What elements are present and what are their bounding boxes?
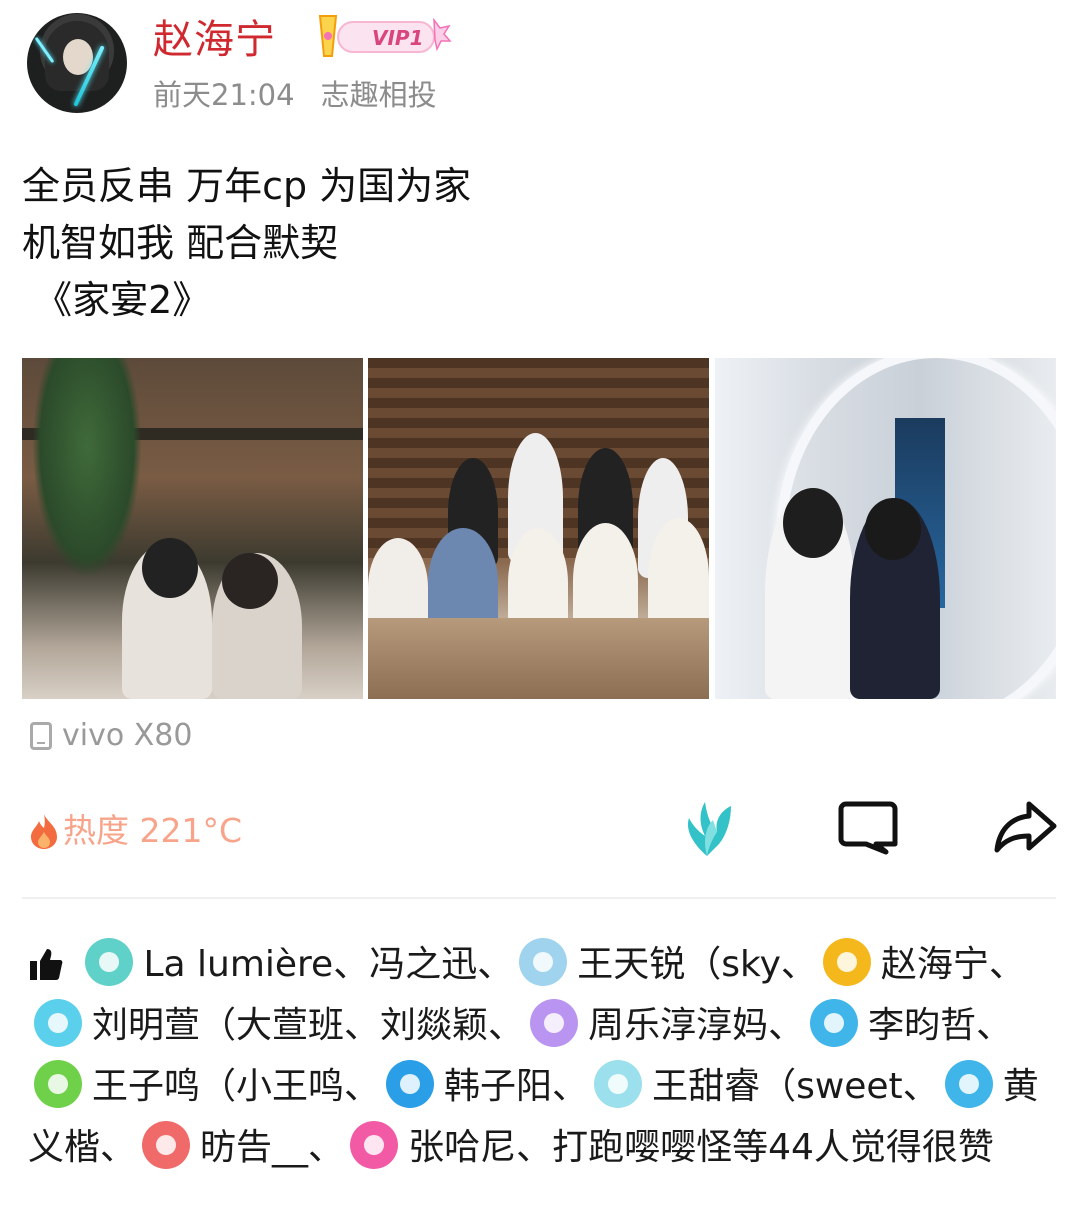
post-text: 全员反串 万年cp 为国为家 机智如我 配合默契 《家宴2》 bbox=[22, 158, 471, 329]
post-time: 前天21:04 bbox=[153, 78, 295, 112]
phone-icon bbox=[30, 722, 52, 750]
like-separator: 、 bbox=[488, 1005, 525, 1046]
likes-suffix: 等44人觉得很赞 bbox=[732, 1127, 994, 1168]
wing-icon[interactable] bbox=[683, 798, 739, 858]
like-separator: 、 bbox=[477, 944, 514, 985]
thumbs-up-icon bbox=[30, 949, 63, 980]
post-line: 全员反串 万年cp 为国为家 bbox=[22, 164, 472, 208]
like-user-name[interactable]: 王甜睿（sweet bbox=[652, 1066, 903, 1107]
like-user-name[interactable]: 刘明萱（大萱班 bbox=[92, 1005, 344, 1046]
user-badge-icon bbox=[519, 938, 568, 986]
post-line: 机智如我 配合默契 bbox=[22, 221, 339, 265]
like-user-name[interactable]: 打跑嘤嘤怪 bbox=[552, 1127, 732, 1168]
like-user-name[interactable]: 冯之迅 bbox=[369, 944, 477, 985]
like-user-name[interactable]: 赵海宁 bbox=[881, 944, 989, 985]
post-source[interactable]: 志趣相投 bbox=[321, 78, 437, 112]
like-separator: 、 bbox=[768, 1005, 805, 1046]
user-badge-icon bbox=[810, 999, 859, 1047]
like-user-name[interactable]: 李昀哲 bbox=[868, 1005, 976, 1046]
likes-list: La lumière、冯之迅、 王天锐（sky、 赵海宁、刘明萱（大萱班、刘燚颖、周… bbox=[28, 934, 1058, 1178]
user-badge-icon bbox=[594, 1060, 643, 1108]
divider bbox=[22, 897, 1056, 899]
user-badge-icon bbox=[34, 1060, 82, 1108]
vip-badge[interactable]: VIP1 bbox=[316, 12, 454, 62]
like-separator: 、 bbox=[976, 1005, 1013, 1046]
flame-icon bbox=[31, 814, 57, 849]
like-user-name[interactable]: 韩子阳 bbox=[444, 1066, 552, 1107]
like-user-name[interactable]: La lumière bbox=[143, 944, 333, 985]
like-user-name[interactable]: 昉告__ bbox=[200, 1127, 308, 1168]
user-badge-icon bbox=[530, 999, 579, 1047]
device-info: vivo X80 bbox=[30, 717, 192, 755]
like-separator: 、 bbox=[780, 944, 817, 985]
post-line: 《家宴2》 bbox=[22, 278, 211, 322]
user-badge-icon bbox=[34, 999, 82, 1047]
user-badge-icon bbox=[386, 1060, 435, 1108]
user-badge-icon bbox=[350, 1121, 399, 1169]
like-user-name[interactable]: 王子鸣（小王鸣 bbox=[92, 1066, 344, 1107]
like-separator: 、 bbox=[902, 1066, 939, 1107]
user-badge-icon bbox=[822, 938, 871, 986]
like-separator: 、 bbox=[344, 1066, 381, 1107]
like-user-name[interactable]: 周乐淳淳妈 bbox=[588, 1005, 768, 1046]
like-user-name[interactable]: 刘燚颖 bbox=[380, 1005, 488, 1046]
like-separator: 、 bbox=[516, 1127, 553, 1168]
like-separator: 、 bbox=[988, 944, 1025, 985]
like-separator: 、 bbox=[333, 944, 370, 985]
comment-icon[interactable] bbox=[836, 798, 900, 856]
svg-text:VIP1: VIP1 bbox=[372, 26, 424, 50]
share-icon[interactable] bbox=[993, 798, 1059, 854]
like-separator: 、 bbox=[308, 1127, 345, 1168]
user-badge-icon bbox=[85, 938, 134, 986]
like-user-name[interactable]: 张哈尼 bbox=[408, 1127, 516, 1168]
user-badge-icon bbox=[944, 1060, 993, 1108]
post-meta: 前天21:04 志趣相投 bbox=[153, 76, 463, 114]
like-separator: 、 bbox=[552, 1066, 589, 1107]
photo-3[interactable] bbox=[715, 358, 1056, 699]
photo-1[interactable] bbox=[22, 358, 363, 699]
photo-2[interactable] bbox=[368, 358, 709, 699]
like-separator: 、 bbox=[344, 1005, 381, 1046]
username[interactable]: 赵海宁 bbox=[153, 16, 276, 64]
heat-indicator: 热度 221°C bbox=[27, 810, 242, 852]
avatar[interactable] bbox=[27, 13, 127, 113]
device-label: vivo X80 bbox=[62, 718, 193, 753]
like-separator: 、 bbox=[100, 1127, 137, 1168]
like-user-name[interactable]: 王天锐（sky bbox=[577, 944, 781, 985]
user-badge-icon bbox=[142, 1121, 191, 1169]
heat-label: 热度 221°C bbox=[63, 811, 243, 850]
